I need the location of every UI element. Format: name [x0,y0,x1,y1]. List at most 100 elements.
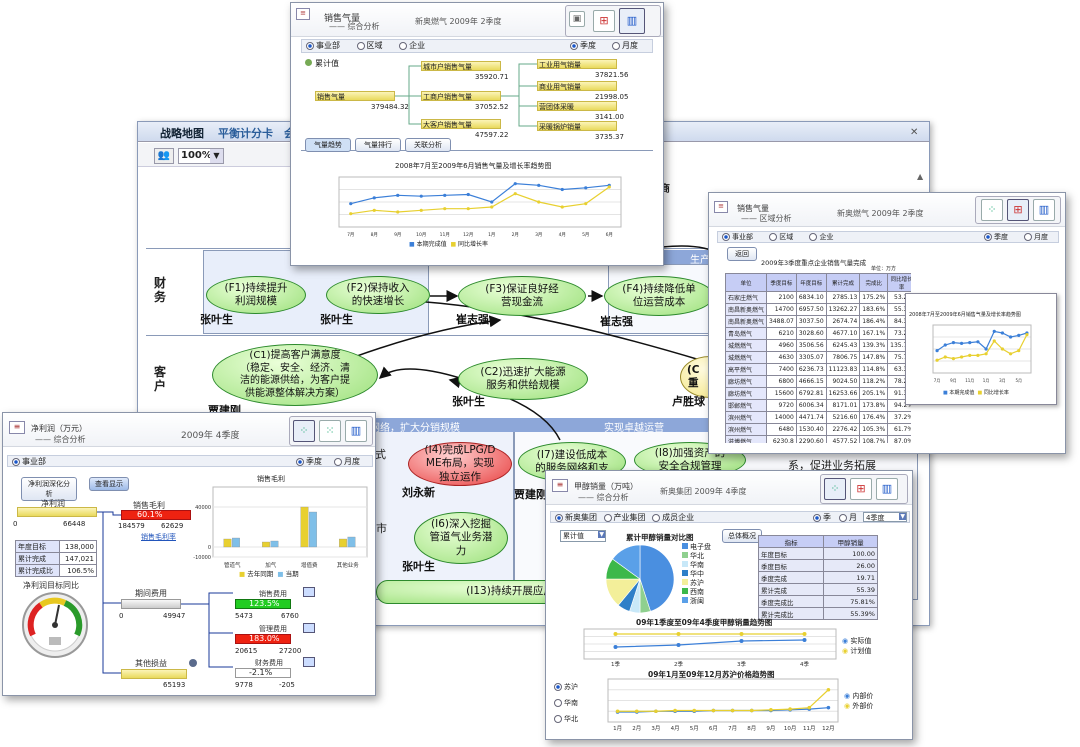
radio-region[interactable]: 区域 [769,233,793,241]
table-row[interactable]: 城燃燃气 4960 3506.56 6245.43 139.3% 135.7% [725,339,911,352]
table-row[interactable]: 城燃燃气46303305.077806.75147.8%75.7% [725,351,911,364]
tab-gas-ranking[interactable]: 气量排行 [355,138,401,152]
table-row[interactable]: 石家庄燃气21006834.102785.13175.2%53.2% [725,291,911,304]
table-row[interactable]: 季度目标 26.00 [757,559,878,572]
legend-swatch [682,579,688,585]
x-tick-label: 7月 [728,725,737,731]
data-point [1008,352,1013,356]
table-row[interactable]: 南昌新奥燃气3488.073037.502674.74186.4%84.3% [725,315,911,328]
overview-button[interactable]: 总体概况 [722,529,762,543]
x-tick-label: 4月 [559,232,566,237]
radio-group[interactable]: 新奥集团 [555,513,597,522]
legend-swatch-blue: ■ [943,390,948,396]
pie-legend-label: 华南 [690,561,704,569]
table-row[interactable]: 滨州燃气64801530.402276.42105.3%61.7% [725,423,911,436]
legend-swatch [682,570,688,576]
region-legend: ■ 本期完成值 ■ 同比增长率 [943,389,1009,396]
owner-c2: 张叶生 [452,395,485,408]
pie-legend-label: 浙闽 [690,597,704,605]
table-cell: 4630 [766,351,797,364]
x-tick-label: 11月 [440,232,450,237]
table-header-cell: 季度目标 [766,273,797,292]
objective-f1-label: (F1)持续提升 利润规模 [224,281,288,307]
radio-suhu[interactable]: 苏沪 [554,679,578,695]
table-cell: 5216.60 [825,411,861,424]
table-header-cell: 年度目标 [795,273,827,292]
region-table-title: 2009年3季度重点企业销售气量完成 [761,259,867,267]
sales-cost-icon[interactable] [303,587,315,597]
table-row[interactable]: 南昌新奥燃气147006957.5013262.27183.6%55.3% [725,303,911,316]
table-cell: 邯郸燃气 [725,399,768,412]
radio-quarter[interactable]: 季度 [984,232,1008,242]
radio-company-label: 企业 [819,233,834,241]
radio-suhu-label: 苏沪 [564,683,578,691]
data-point [959,341,964,345]
gas-legend-2: 同比增长率 [458,241,489,248]
objective-i4[interactable]: (I4)完成LPG/D ME布局，实现 独立运作 [408,442,512,486]
legend-swatch-yellow: ◉ [842,647,849,655]
objective-f4[interactable]: (F4)持续降低单 位运营成本 [604,276,714,316]
legend-swatch [682,552,688,558]
table-row[interactable]: 廊坊燃气156006792.8116253.66205.1%91.3% [725,387,911,400]
table-cell: 城燃燃气 [725,351,768,364]
table-header-row: 单位 季度目标 年度目标 累计完成 完成比 同比增长率 [725,273,911,292]
radio-month[interactable]: 月 [839,512,857,523]
table-row[interactable]: 高平燃气74006236.7311123.83114.8%63.3% [725,363,911,376]
radio-industry[interactable]: 产业集团 [603,513,646,522]
objective-f2[interactable]: (F2)保持收入 的快速增长 [326,276,430,314]
table-row[interactable]: 青岛燃气62103028.604677.10167.1%73.2% [725,327,911,340]
table-cell: 季度完成 [757,571,825,584]
objective-f2-label: (F2)保持收入 的快速增长 [346,281,410,307]
table-cell: 105.3% [859,423,889,436]
table-cell: 19.71 [823,571,878,584]
finance-cost-icon[interactable] [303,657,315,667]
table-row[interactable]: 邯郸燃气97206006.348171.01173.8%94.2% [725,399,911,412]
sales-pie-chart [605,544,675,614]
price-region-radios: 苏沪 华南 华北 [554,679,578,727]
radio-member[interactable]: 成员企业 [652,513,694,522]
table-row[interactable]: 滨州燃气140004471.745216.60176.4%37.2% [725,411,911,424]
pie-legend-label: 苏沪 [690,579,704,587]
objective-i6[interactable]: (I6)深入挖掘 管道气业务潜 力 [414,512,508,564]
region-table-container: 单位 季度目标 年度目标 累计完成 完成比 同比增长率 石家庄燃气 2100 6834.10 27… [725,273,911,443]
x-tick-label: 5月 [690,725,699,731]
table-row[interactable]: 年度目标 100.00 [757,547,878,560]
admin-cost-label: 管理费用 [259,625,287,633]
table-row[interactable]: 累计完成比 55.39% [757,607,878,620]
back-button[interactable]: 返回 [727,247,757,261]
table-cell: 11123.83 [825,363,861,376]
table-row[interactable]: 累计完成 55.39 [757,583,878,596]
radio-company[interactable]: 企业 [809,233,833,241]
objective-f1[interactable]: (F1)持续提升 利润规模 [206,276,306,314]
series-line [936,330,1028,352]
radio-division[interactable]: 事业部 [722,233,753,241]
hierarchy-icon[interactable]: ⊞ [850,478,872,500]
hierarchy-icon[interactable]: ⊞ [1007,199,1029,221]
objective-c1[interactable]: (C1)提高客户满意度 （稳定、安全、经济、清 洁的能源供给，为客户提 供能源整… [212,344,378,406]
tree-icon[interactable]: ⁘ [824,478,846,500]
radio-dot [554,683,562,691]
tab-gas-trend[interactable]: 气量趋势 [305,138,351,152]
radio-quarter[interactable]: 季 [813,512,831,523]
tab-gas-relation[interactable]: 关联分析 [405,138,451,152]
table-row[interactable]: 季度完成比 75.81% [757,595,878,608]
data-point [826,687,831,692]
table-row[interactable]: 滋博燃气6230.82290.604577.52108.7%87.0% [725,435,911,443]
data-point [943,343,947,347]
x-tick-label: 9月 [394,232,401,237]
radio-industry-label: 产业集团 [613,513,646,522]
price-legend-internal-label: 内部价 [852,692,874,700]
tree-icon[interactable]: ⁘ [981,199,1003,221]
table-row[interactable]: 廊坊燃气68004666.159024.50118.2%78.2% [725,375,911,388]
radio-month[interactable]: 月度 [1024,232,1048,242]
radio-huabei[interactable]: 华北 [554,711,578,727]
x-tick-label: 2月 [512,232,519,237]
bar-chart-icon[interactable]: ▥ [876,478,898,500]
table-row[interactable]: 季度完成 19.71 [757,571,878,584]
admin-cost-icon[interactable] [303,623,315,633]
table-header-cell: 单位 [725,273,768,292]
bar-chart-icon[interactable]: ▥ [1033,199,1055,221]
quarter-select[interactable]: 4季度 ▼ [863,512,907,522]
objective-f3[interactable]: (F3)保证良好经 营现金流 [458,276,586,316]
radio-huanan[interactable]: 华南 [554,695,578,711]
